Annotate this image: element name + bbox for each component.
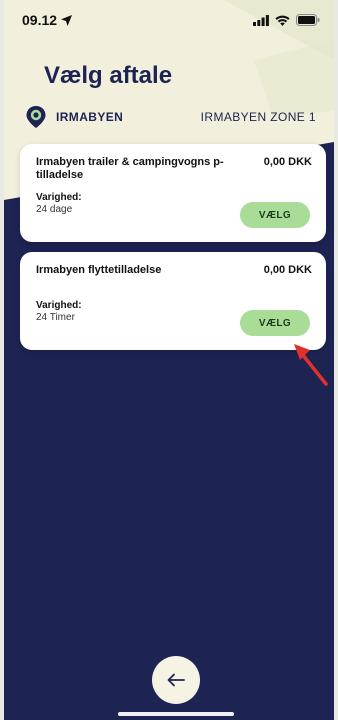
signal-icon bbox=[253, 14, 269, 26]
status-time: 09.12 bbox=[22, 12, 58, 28]
agreement-name: Irmabyen trailer & campingvogns p-tillad… bbox=[36, 156, 224, 181]
location-pin-icon bbox=[26, 106, 46, 128]
location-arrow-icon bbox=[61, 14, 73, 26]
agreement-price: 0,00 DKK bbox=[263, 156, 312, 168]
duration-value: 24 dage bbox=[36, 204, 73, 215]
phone-screen: 09.12 Vælg aftale IRMABYEN IRMABYEN ZONE… bbox=[4, 0, 334, 720]
home-indicator[interactable] bbox=[118, 712, 234, 716]
agreement-name: Irmabyen flyttetilladelse bbox=[36, 264, 162, 276]
wifi-icon bbox=[275, 15, 290, 26]
red-annotation-arrow-icon bbox=[294, 344, 328, 386]
agreement-price: 0,00 DKK bbox=[263, 264, 312, 276]
agreement-card: Irmabyen flyttetilladelse 0,00 DKK Varig… bbox=[20, 252, 326, 350]
select-button[interactable]: VÆLG bbox=[240, 202, 310, 228]
duration-value: 24 Timer bbox=[36, 312, 75, 323]
back-button[interactable] bbox=[152, 656, 200, 704]
duration-label: Varighed: bbox=[36, 192, 82, 203]
agreement-card: Irmabyen trailer & campingvogns p-tillad… bbox=[20, 144, 326, 242]
battery-icon bbox=[296, 14, 320, 26]
duration-label: Varighed: bbox=[36, 300, 82, 311]
location-name: IRMABYEN bbox=[56, 110, 124, 124]
status-bar: 09.12 bbox=[4, 0, 334, 40]
page-title: Vælg aftale bbox=[44, 62, 173, 89]
arrow-left-icon bbox=[167, 673, 185, 687]
zone-name[interactable]: IRMABYEN ZONE 1 bbox=[201, 110, 316, 124]
location-row: IRMABYEN IRMABYEN ZONE 1 bbox=[26, 106, 316, 128]
select-button[interactable]: VÆLG bbox=[240, 310, 310, 336]
